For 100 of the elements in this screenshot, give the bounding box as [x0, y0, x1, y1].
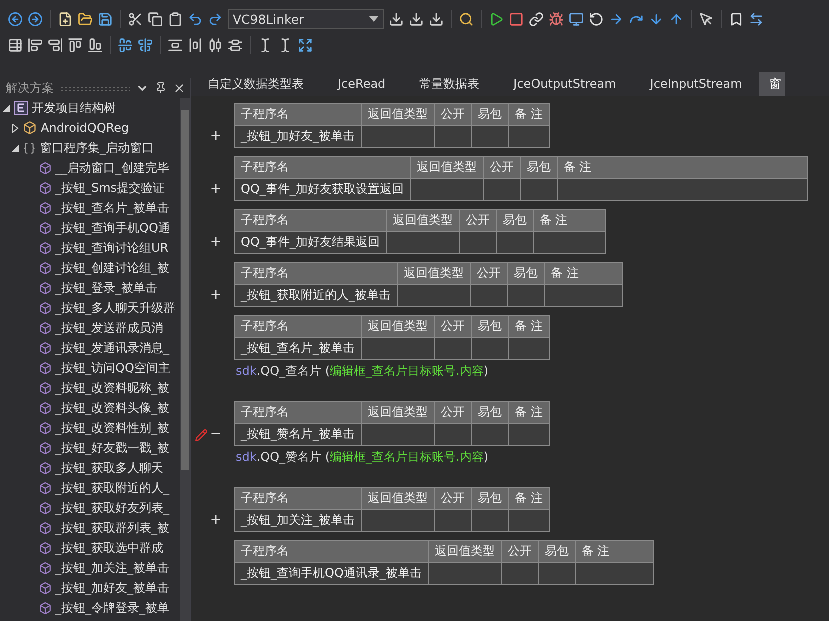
fold-toggle[interactable]: + [210, 181, 222, 197]
column-header: 公开 [470, 262, 508, 284]
tree-item[interactable]: _按钮_获取好友列表_ [56, 500, 170, 516]
tree-item[interactable]: _按钮_查询手机QQ通 [56, 220, 170, 236]
expanded-arrow-icon[interactable] [12, 144, 19, 152]
tree-item[interactable]: _按钮_改资料昵称_被 [56, 380, 170, 396]
table-icon[interactable] [8, 38, 23, 52]
open-folder-icon[interactable] [78, 12, 93, 26]
tree-item[interactable]: 开发项目结构树 [32, 100, 116, 116]
fold-toggle[interactable]: + [210, 234, 222, 250]
cube-icon [38, 202, 52, 214]
align-bottom-icon[interactable] [88, 38, 103, 52]
search-icon[interactable] [459, 12, 474, 26]
tree-item[interactable]: _按钮_发通讯录消息_ [56, 340, 170, 356]
column-header: 易包 [472, 488, 508, 510]
bookmark-icon[interactable] [729, 12, 744, 26]
space-horizontal-icon[interactable] [188, 38, 203, 52]
tree-item[interactable]: _按钮_获取群列表_被 [56, 520, 170, 536]
pin-icon[interactable] [155, 82, 167, 94]
align-middle-icon[interactable] [118, 38, 133, 52]
fold-toggle[interactable]: − [210, 426, 222, 442]
undo-icon[interactable] [188, 12, 203, 26]
tree-item[interactable]: __启动窗口_创建完毕 [56, 160, 170, 176]
editor-tab[interactable]: 自定义数据类型表 [191, 72, 321, 96]
tree-item[interactable]: _按钮_多人聊天升级群 [56, 300, 176, 316]
fold-toggle[interactable]: + [210, 512, 222, 528]
paste-icon[interactable] [168, 12, 183, 26]
link-icon[interactable] [529, 12, 544, 26]
column-header: 返回值类型 [428, 540, 502, 562]
editor-tab[interactable]: JceOutputStream [496, 72, 634, 96]
tree-item[interactable]: _按钮_获取选中群成 [56, 540, 164, 556]
swap-icon[interactable] [749, 12, 764, 26]
tree-item[interactable]: _按钮_改资料性别_被 [56, 420, 170, 436]
fold-toggle[interactable]: + [210, 128, 222, 144]
arrow-right-icon[interactable] [609, 12, 624, 26]
distribute-horizontal-icon[interactable] [208, 38, 223, 52]
distribute-vertical-icon[interactable] [228, 38, 243, 52]
tree-item[interactable]: _按钮_改资料头像_被 [56, 400, 170, 416]
tree-item[interactable]: _按钮_加关注_被单击 [56, 560, 170, 576]
column-header: 子程序名 [234, 402, 362, 424]
collapsed-arrow-icon[interactable] [12, 124, 19, 132]
expanded-arrow-icon[interactable] [3, 104, 10, 112]
table-cell: _按钮_赞名片_被单击 [234, 424, 362, 446]
tree-item[interactable]: _按钮_Sms提交验证 [56, 180, 166, 196]
column-header: 备 注 [508, 402, 550, 424]
column-header: 易包 [520, 156, 558, 178]
pointer-icon[interactable] [699, 12, 714, 26]
cube-icon [38, 342, 52, 354]
save-icon[interactable] [98, 12, 113, 26]
back-icon[interactable] [8, 12, 23, 26]
align-top-icon[interactable] [68, 38, 83, 52]
redo-icon[interactable] [208, 12, 223, 26]
linker-dropdown[interactable]: VC98Linker [228, 9, 384, 29]
copy-icon[interactable] [148, 12, 163, 26]
tree-item[interactable]: _按钮_创建讨论组_被 [56, 260, 170, 276]
scrollbar[interactable] [180, 98, 190, 621]
step-into-icon[interactable] [649, 12, 664, 26]
new-file-icon[interactable] [58, 12, 73, 26]
cut-icon[interactable] [128, 12, 143, 26]
bug-icon[interactable] [549, 12, 564, 26]
editor-tab[interactable]: 常量数据表 [402, 72, 497, 96]
tree-item[interactable]: _按钮_登录_被单击 [56, 280, 158, 296]
tree-item[interactable]: _按钮_访问QQ空间主 [56, 360, 170, 376]
fold-toggle[interactable]: + [210, 287, 222, 303]
align-left-icon[interactable] [28, 38, 43, 52]
tree-item[interactable]: _按钮_好友戳一戳_被 [56, 440, 170, 456]
align-right-icon[interactable] [48, 38, 63, 52]
column-header: 备 注 [557, 156, 808, 178]
tree-item[interactable]: _按钮_查询讨论组UR [56, 240, 169, 256]
editor-tab[interactable]: 窗 [759, 72, 786, 96]
tree-item[interactable]: _按钮_查名片_被单击 [56, 200, 170, 216]
download-icon[interactable] [409, 12, 424, 26]
align-center-icon[interactable] [138, 38, 153, 52]
tree-item[interactable]: _按钮_加好友_被单击 [56, 580, 170, 596]
tree-item[interactable]: _按钮_令牌登录_被单 [56, 600, 170, 616]
play-icon[interactable] [489, 12, 504, 26]
cube-icon [38, 302, 52, 314]
column-header: 子程序名 [234, 488, 362, 510]
download-icon[interactable] [389, 12, 404, 26]
close-icon[interactable] [173, 82, 186, 94]
tree-item[interactable]: _按钮_发送群成员消 [56, 320, 164, 336]
space-vertical-icon[interactable] [168, 38, 183, 52]
rotate-icon[interactable] [589, 12, 604, 26]
tree-item[interactable]: _按钮_获取附近的人_ [56, 480, 170, 496]
column-header: 子程序名 [234, 540, 428, 562]
column-header: 备 注 [508, 488, 550, 510]
tree-item[interactable]: _按钮_获取多人聊天 [56, 460, 164, 476]
download-icon[interactable] [429, 12, 444, 26]
column-header: 备 注 [508, 104, 550, 126]
step-out-icon[interactable] [669, 12, 684, 26]
table-cell: _按钮_查询手机QQ通讯录_被单击 [234, 562, 428, 584]
table-cell: _按钮_加好友_被单击 [234, 126, 362, 148]
tree-item[interactable]: 窗口程序集_启动窗口 [40, 140, 154, 156]
stop-icon[interactable] [509, 12, 524, 26]
monitor-icon[interactable] [569, 12, 584, 26]
editor-tab[interactable]: JceInputStream [633, 72, 760, 96]
expand-icon[interactable] [298, 38, 313, 52]
editor-tab[interactable]: JceRead [321, 72, 403, 96]
forward-icon[interactable] [28, 12, 43, 26]
tree-item[interactable]: AndroidQQReg [41, 121, 130, 135]
